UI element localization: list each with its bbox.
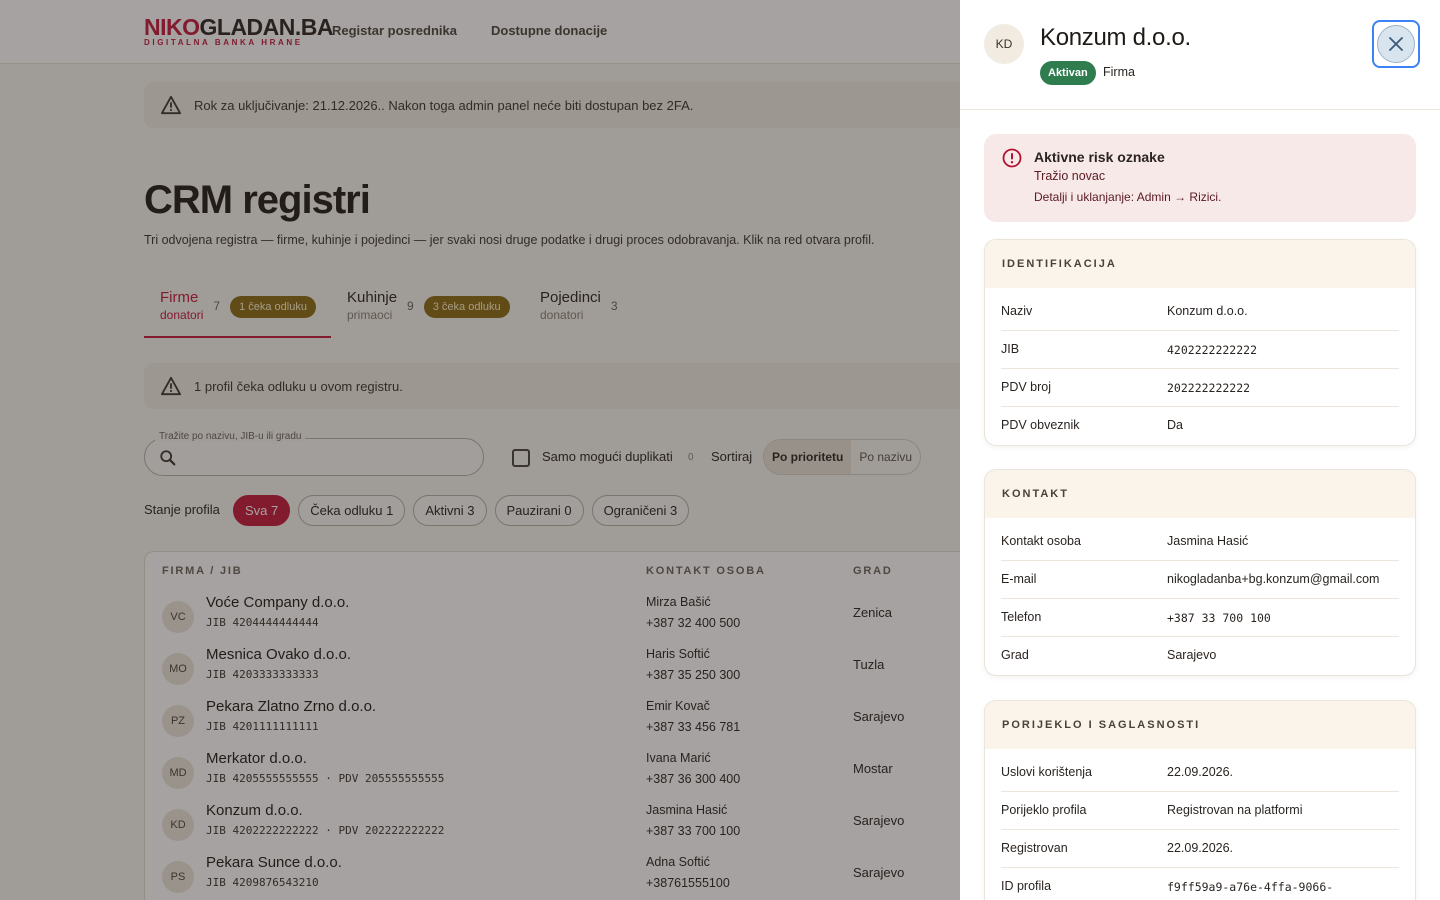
profile-drawer: KD Konzum d.o.o. Aktivan Firma Aktivne r…: [960, 0, 1440, 900]
section-title: IDENTIFIKACIJA: [985, 240, 1415, 288]
field-value: Registrovan na platformi: [1167, 803, 1303, 817]
field-label: PDV obveznik: [1001, 418, 1080, 432]
field-row: Grad Sarajevo: [1001, 637, 1399, 675]
risk-detail: Detalji i uklanjanje: Admin → Rizici.: [1034, 190, 1222, 204]
field-label: PDV broj: [1001, 380, 1052, 394]
field-row: Registrovan 22.09.2026.: [1001, 830, 1399, 868]
field-label: Kontakt osoba: [1001, 534, 1081, 548]
field-row: Telefon +387 33 700 100: [1001, 599, 1399, 637]
field-row: JIB 4202222222222: [1001, 331, 1399, 369]
field-value: Sarajevo: [1167, 648, 1217, 662]
modal-backdrop[interactable]: [0, 0, 960, 900]
drawer-header: KD Konzum d.o.o. Aktivan Firma: [960, 0, 1440, 110]
field-label: Grad: [1001, 648, 1029, 662]
field-value: Jasmina Hasić: [1167, 534, 1249, 548]
profile-type: Firma: [1103, 65, 1135, 79]
section-identifikacija: IDENTIFIKACIJA Naziv Konzum d.o.o. JIB 420…: [984, 239, 1416, 446]
section-title: KONTAKT: [985, 470, 1415, 518]
section-kontakt: KONTAKT Kontakt osoba Jasmina Hasić E-mai…: [984, 469, 1416, 676]
field-label: Porijeklo profila: [1001, 803, 1087, 817]
field-row: PDV obveznik Da: [1001, 407, 1399, 445]
field-value: 22.09.2026.: [1167, 841, 1234, 855]
field-value: f9ff59a9-a76e-4ffa-9066-: [1167, 880, 1334, 894]
section-title: PORIJEKLO I SAGLASNOSTI: [985, 701, 1415, 749]
risk-alert: Aktivne risk oznake Tražio novac Detalji…: [984, 134, 1416, 222]
field-value: Konzum d.o.o.: [1167, 304, 1248, 318]
risk-flag: Tražio novac: [1034, 169, 1106, 183]
field-label: Registrovan: [1001, 841, 1068, 855]
field-row: Kontakt osoba Jasmina Hasić: [1001, 523, 1399, 561]
field-value: 4202222222222: [1167, 343, 1258, 357]
field-value: 202222222222: [1167, 381, 1251, 395]
field-value: 22.09.2026.: [1167, 765, 1234, 779]
close-button[interactable]: [1372, 20, 1420, 68]
field-value: Da: [1167, 418, 1183, 432]
field-row: E-mail nikogladanba+bg.konzum@gmail.com: [1001, 561, 1399, 599]
close-icon: [1389, 37, 1403, 51]
field-row: ID profila f9ff59a9-a76e-4ffa-9066-: [1001, 868, 1399, 900]
drawer-title: Konzum d.o.o.: [1040, 24, 1191, 51]
field-row: Porijeklo profila Registrovan na platform…: [1001, 792, 1399, 830]
field-label: ID profila: [1001, 879, 1052, 893]
field-label: Uslovi korištenja: [1001, 765, 1093, 779]
field-row: Uslovi korištenja 22.09.2026.: [1001, 754, 1399, 792]
field-value: +387 33 700 100: [1167, 611, 1271, 625]
field-label: JIB: [1001, 342, 1020, 356]
field-label: Telefon: [1001, 610, 1042, 624]
avatar: KD: [984, 24, 1024, 64]
field-label: E-mail: [1001, 572, 1037, 586]
section-porijeklo: PORIJEKLO I SAGLASNOSTI Uslovi korištenj…: [984, 700, 1416, 900]
field-label: Naziv: [1001, 304, 1033, 318]
status-badge: Aktivan: [1040, 61, 1096, 85]
field-row: PDV broj 202222222222: [1001, 369, 1399, 407]
risk-alert-title: Aktivne risk oznake: [1034, 149, 1165, 165]
field-row: Naziv Konzum d.o.o.: [1001, 293, 1399, 331]
alert-circle-icon: [1002, 148, 1022, 168]
email-link[interactable]: nikogladanba+bg.konzum@gmail.com: [1167, 572, 1379, 586]
